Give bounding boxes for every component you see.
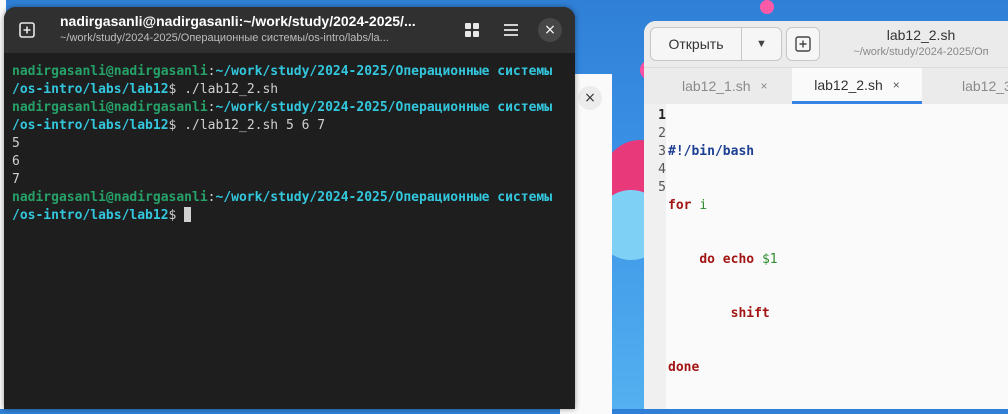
editor-headerbar: Открыть ▼ lab12_2.sh ~/work/study/2024-2… bbox=[644, 21, 1008, 67]
terminal-line: /os-intro/labs/lab12$ ./lab12_2.sh 5 6 7 bbox=[12, 117, 575, 135]
tab-lab12-1[interactable]: lab12_1.sh × bbox=[682, 68, 768, 104]
grid-icon bbox=[464, 22, 480, 38]
tab-close-icon[interactable]: × bbox=[761, 79, 768, 93]
new-document-button[interactable] bbox=[786, 27, 820, 61]
code-line: #!/bin/bash bbox=[668, 143, 778, 161]
terminal-subtitle: ~/work/study/2024-2025/Операционные сист… bbox=[60, 32, 440, 44]
editor-title: lab12_2.sh bbox=[834, 27, 1008, 43]
terminal-output-line: 7 bbox=[12, 171, 575, 189]
line-number: 3 bbox=[644, 143, 666, 161]
background-window-close-button[interactable]: × bbox=[578, 86, 602, 110]
terminal-output-line: 5 bbox=[12, 135, 575, 153]
tab-lab12-2[interactable]: lab12_2.sh × bbox=[792, 68, 922, 104]
terminal-line: /os-intro/labs/lab12$ ./lab12_2.sh bbox=[12, 81, 575, 99]
wallpaper-balloon bbox=[760, 0, 774, 14]
code-line: shift bbox=[668, 305, 778, 323]
main-menu-button[interactable] bbox=[496, 15, 526, 45]
code-line: done bbox=[668, 359, 778, 377]
tab-lab12-3[interactable]: lab12_3 bbox=[962, 68, 1008, 104]
tab-overview-button[interactable] bbox=[457, 15, 487, 45]
line-number: 4 bbox=[644, 161, 666, 179]
tab-label: lab12_3 bbox=[962, 78, 1008, 94]
line-number: 5 bbox=[644, 179, 666, 197]
open-file-button[interactable]: Открыть ▼ bbox=[650, 27, 782, 61]
terminal-line: nadirgasanli@nadirgasanli:~/work/study/2… bbox=[12, 99, 575, 117]
new-tab-button[interactable] bbox=[12, 15, 42, 45]
editor-subtitle: ~/work/study/2024-2025/Оп bbox=[834, 46, 1008, 58]
terminal-close-button[interactable]: × bbox=[538, 18, 562, 42]
code-line: do echo $1 bbox=[668, 251, 778, 269]
terminal-line: nadirgasanli@nadirgasanli:~/work/study/2… bbox=[12, 189, 575, 207]
line-number: 2 bbox=[644, 125, 666, 143]
open-button-label[interactable]: Открыть bbox=[651, 28, 742, 60]
terminal-output-line: 6 bbox=[12, 153, 575, 171]
text-cursor bbox=[184, 207, 191, 222]
tab-label: lab12_2.sh bbox=[814, 77, 883, 93]
hamburger-menu-icon bbox=[503, 22, 519, 38]
terminal-title: nadirgasanli@nadirgasanli:~/work/study/2… bbox=[60, 13, 440, 29]
editor-tab-bar: lab12_1.sh × lab12_2.sh × lab12_3 bbox=[644, 67, 1008, 104]
terminal-headerbar: nadirgasanli@nadirgasanli:~/work/study/2… bbox=[4, 7, 575, 53]
close-icon: × bbox=[544, 22, 556, 38]
new-tab-icon bbox=[795, 36, 811, 52]
terminal-prompt-line: /os-intro/labs/lab12$ bbox=[12, 207, 575, 225]
new-tab-icon bbox=[19, 22, 35, 38]
line-number-gutter: 1 2 3 4 5 bbox=[644, 104, 666, 409]
line-number: 1 bbox=[644, 107, 666, 125]
terminal-line: nadirgasanli@nadirgasanli:~/work/study/2… bbox=[12, 63, 575, 81]
terminal-output[interactable]: nadirgasanli@nadirgasanli:~/work/study/2… bbox=[4, 53, 575, 225]
close-icon: × bbox=[584, 90, 596, 106]
editor-body[interactable]: 1 2 3 4 5 #!/bin/bash for i do echo $1 s… bbox=[644, 104, 1008, 409]
tab-close-icon[interactable]: × bbox=[893, 78, 900, 92]
tab-label: lab12_1.sh bbox=[682, 78, 751, 94]
code-text-area[interactable]: #!/bin/bash for i do echo $1 shift done bbox=[666, 104, 778, 409]
chevron-down-icon[interactable]: ▼ bbox=[742, 28, 781, 60]
code-line: for i bbox=[668, 197, 778, 215]
text-editor-window: Открыть ▼ lab12_2.sh ~/work/study/2024-2… bbox=[644, 21, 1008, 409]
terminal-window: nadirgasanli@nadirgasanli:~/work/study/2… bbox=[4, 7, 575, 409]
